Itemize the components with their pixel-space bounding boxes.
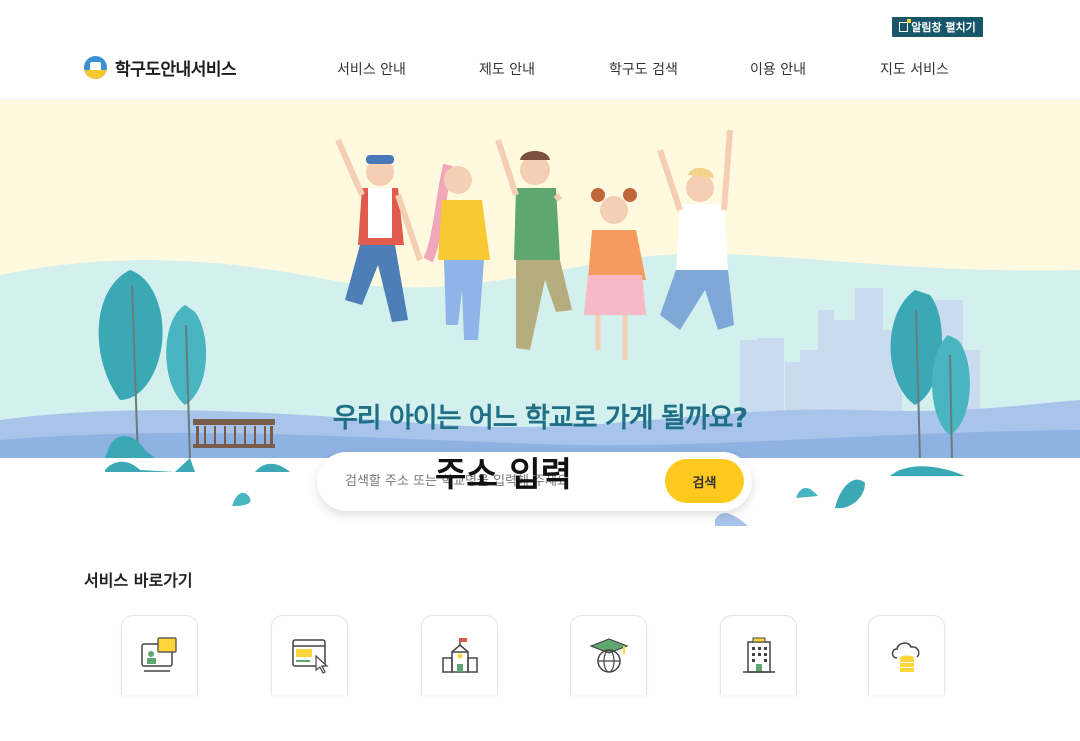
quick-link-5[interactable] xyxy=(720,615,797,695)
quick-link-1[interactable] xyxy=(121,615,198,695)
search-input[interactable] xyxy=(345,466,645,496)
quick-link-2[interactable] xyxy=(271,615,348,695)
school-building-icon xyxy=(441,637,478,673)
web-click-icon xyxy=(291,638,329,674)
hero-banner: 우리 아이는 어느 학교로 가게 될까요? xyxy=(0,100,1080,458)
logo-icon xyxy=(84,56,107,79)
quick-links-title: 서비스 바로가기 xyxy=(84,571,193,590)
nav-map-service[interactable]: 지도 서비스 xyxy=(880,59,949,79)
nav-district-search[interactable]: 학구도 검색 xyxy=(609,59,678,79)
monitor-consult-icon xyxy=(140,636,177,672)
quick-link-6[interactable] xyxy=(868,615,945,695)
nav-system-guide[interactable]: 제도 안내 xyxy=(479,59,535,79)
search-button[interactable]: 검색 xyxy=(665,459,744,503)
site-logo[interactable]: 학구도안내서비스 xyxy=(84,55,237,80)
cloud-database-icon xyxy=(891,641,919,672)
quick-link-3[interactable] xyxy=(421,615,498,695)
nav-usage-guide[interactable]: 이용 안내 xyxy=(750,59,806,79)
office-building-icon xyxy=(742,637,775,673)
site-header: 학구도안내서비스 서비스 안내 제도 안내 학구도 검색 이용 안내 지도 서비… xyxy=(0,40,1080,100)
quick-link-4[interactable] xyxy=(570,615,647,695)
address-search-box: 주소 입력 검색 xyxy=(317,452,752,511)
logo-text: 학구도안내서비스 xyxy=(115,60,237,80)
nav-service-guide[interactable]: 서비스 안내 xyxy=(337,59,406,79)
graduation-globe-icon xyxy=(588,637,629,673)
notice-expand-button[interactable]: 알림창 펼치기 xyxy=(892,17,983,37)
notice-label: 알림창 펼치기 xyxy=(911,21,976,34)
hero-title: 우리 아이는 어느 학교로 가게 될까요? xyxy=(332,403,748,434)
notice-icon xyxy=(899,19,912,32)
